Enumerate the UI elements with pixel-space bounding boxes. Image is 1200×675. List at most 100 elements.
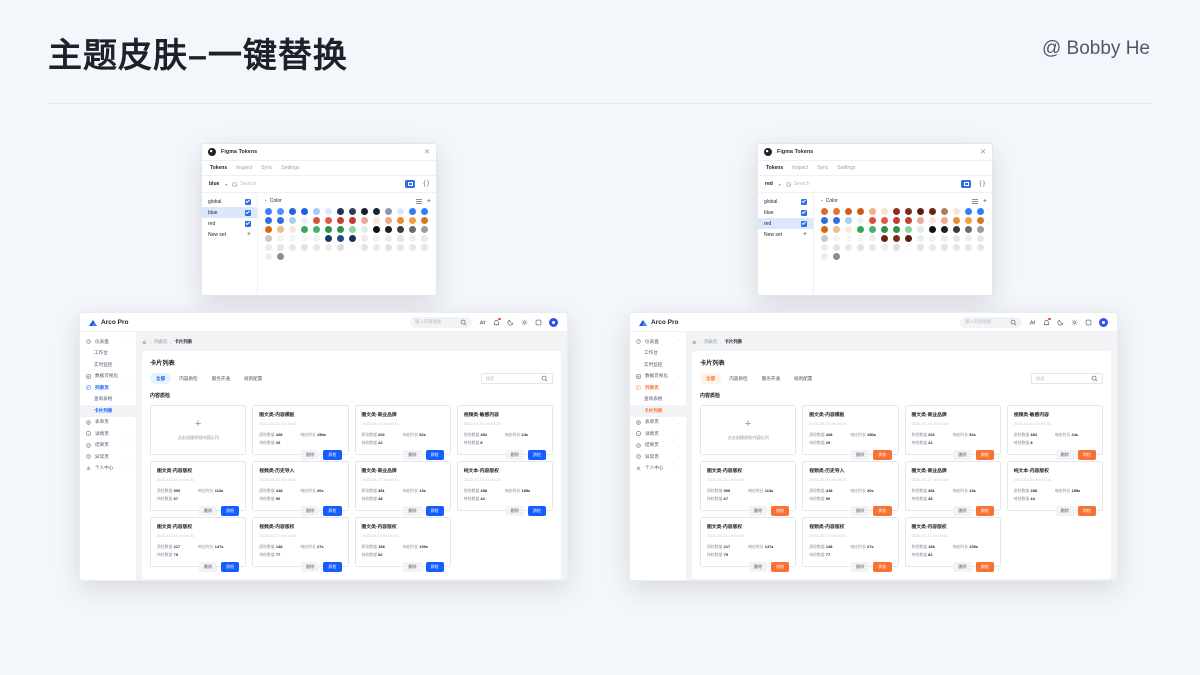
color-swatch[interactable]: [856, 216, 865, 225]
card-item[interactable]: 图文类-商业品牌 2022-03-27 16:04:31 质检数量 381 响应时长 …: [354, 461, 451, 516]
color-swatch[interactable]: [964, 234, 973, 243]
token-set-checkbox[interactable]: [801, 220, 807, 227]
menu-fold-icon[interactable]: [692, 340, 697, 345]
color-swatch[interactable]: [916, 243, 925, 252]
sidebar-item-查询表格[interactable]: 查询表格: [80, 394, 136, 406]
color-swatch[interactable]: [844, 208, 853, 216]
delete-button[interactable]: 删除: [505, 449, 524, 460]
active-set-name[interactable]: blue: [209, 181, 219, 187]
sidebar-item-卡片列表[interactable]: 卡片列表: [630, 405, 686, 417]
card-item[interactable]: 视频类-内容版权 2022-03-07 16:04:31 质检数量 148 响应时长 …: [802, 517, 899, 572]
color-swatch[interactable]: [324, 225, 333, 234]
bell-icon[interactable]: [493, 318, 501, 326]
color-swatch[interactable]: [868, 234, 877, 243]
color-swatch[interactable]: [360, 243, 369, 252]
chevron-icon[interactable]: ⌄: [677, 431, 680, 436]
color-swatch[interactable]: [265, 225, 273, 234]
color-swatch[interactable]: [844, 243, 853, 252]
delete-button[interactable]: 删除: [301, 505, 320, 516]
figma-tab-settings[interactable]: Settings: [837, 165, 855, 171]
color-swatch[interactable]: [880, 234, 889, 243]
color-swatch[interactable]: [276, 216, 285, 225]
color-swatch[interactable]: [276, 225, 285, 234]
sidebar-item-详情页[interactable]: 详情页 ⌄: [80, 428, 136, 440]
color-swatch[interactable]: [952, 225, 961, 234]
new-set-row[interactable]: New set +: [202, 229, 257, 240]
color-swatch[interactable]: [821, 208, 829, 216]
figma-tab-tokens[interactable]: Tokens: [210, 165, 227, 171]
chevron-icon[interactable]: ⌄: [677, 420, 680, 425]
sidebar-item-结果页[interactable]: 结果页 ⌄: [80, 440, 136, 452]
code-braces-icon[interactable]: { }: [979, 181, 985, 187]
color-swatch[interactable]: [880, 225, 889, 234]
color-swatch[interactable]: [892, 216, 901, 225]
view-button[interactable]: 质检: [1077, 505, 1096, 516]
color-swatch[interactable]: [916, 216, 925, 225]
sidebar-item-实时监控[interactable]: 实时监控: [630, 359, 686, 371]
color-swatch[interactable]: [928, 216, 937, 225]
figma-tab-inspect[interactable]: Inspect: [792, 165, 808, 171]
color-swatch[interactable]: [928, 225, 937, 234]
card-item[interactable]: 纯文本-内容版权 2022-03-24 16:04:31 质检数量 288 响应时长 …: [1006, 461, 1103, 516]
token-set-global[interactable]: global: [202, 196, 257, 207]
chevron-icon[interactable]: ⌄: [677, 454, 680, 459]
color-swatch[interactable]: [868, 243, 877, 252]
color-swatch[interactable]: [336, 225, 345, 234]
figma-tokens-window-blue[interactable]: Figma Tokens ✕ Tokens Inspect Sync Settings bl…: [201, 143, 437, 296]
color-swatch[interactable]: [360, 216, 369, 225]
chevron-icon[interactable]: ⌄: [127, 466, 130, 471]
card-item[interactable]: 纯文本-内容版权 2022-03-24 16:04:31 质检数量 288 响应时长 …: [456, 461, 553, 516]
view-button[interactable]: 质检: [1077, 449, 1096, 460]
plus-icon[interactable]: +: [247, 231, 251, 238]
breadcrumb-item[interactable]: 列表页: [704, 339, 717, 345]
color-swatch[interactable]: [916, 208, 925, 216]
color-swatch[interactable]: [976, 208, 984, 216]
color-swatch[interactable]: [964, 208, 973, 216]
color-swatch[interactable]: [265, 234, 273, 243]
token-set-checkbox[interactable]: [245, 220, 251, 227]
chevron-icon[interactable]: ⌄: [127, 420, 130, 425]
card-item[interactable]: 图文类-内容版权 2022-03-11 16:04:31 质检数量 168 响应时长 …: [354, 517, 451, 572]
color-swatch[interactable]: [348, 208, 357, 216]
color-swatch[interactable]: [940, 216, 949, 225]
color-swatch[interactable]: [832, 234, 841, 243]
color-swatch[interactable]: [384, 216, 393, 225]
card-item[interactable]: 图文类-商业品牌 2022-03-14 16:04:31 质检数量 202 响应时长 …: [354, 405, 451, 460]
tab-内容质检[interactable]: 内容质检: [173, 373, 203, 384]
delete-button[interactable]: 删除: [851, 449, 870, 460]
delete-button[interactable]: 删除: [748, 561, 768, 572]
color-swatch[interactable]: [928, 234, 937, 243]
sidebar-item-异常页[interactable]: 异常页 ⌄: [630, 451, 686, 463]
figma-tab-sync[interactable]: Sync: [261, 165, 272, 171]
sidebar-item-仪表盘[interactable]: 仪表盘 ⌃: [80, 336, 136, 348]
color-swatch[interactable]: [821, 225, 829, 234]
color-swatch[interactable]: [276, 208, 285, 216]
sidebar-item-工作台[interactable]: 工作台: [80, 348, 136, 360]
sidebar-item-列表页[interactable]: 列表页 ⌃: [80, 382, 136, 394]
color-swatch[interactable]: [420, 234, 428, 243]
global-search-input[interactable]: 输入内容搜索: [410, 316, 472, 328]
color-swatch[interactable]: [420, 243, 428, 252]
color-swatch[interactable]: [868, 208, 877, 216]
token-set-checkbox[interactable]: [801, 198, 807, 205]
delete-button[interactable]: 删除: [198, 561, 218, 572]
chevron-icon[interactable]: ⌄: [127, 431, 130, 436]
color-swatch[interactable]: [844, 234, 853, 243]
active-set-name[interactable]: red: [765, 181, 773, 187]
settings-icon[interactable]: [521, 319, 528, 326]
color-swatch[interactable]: [952, 243, 961, 252]
card-item[interactable]: 图文类-内容版权 2022-03-24 16:04:31 质检数量 217 响应时长 …: [150, 517, 247, 572]
theme-toggle-button[interactable]: [961, 180, 972, 188]
color-swatch[interactable]: [916, 234, 925, 243]
color-swatch[interactable]: [312, 225, 321, 234]
chevron-icon[interactable]: ⌃: [127, 385, 130, 390]
language-icon[interactable]: [1029, 319, 1036, 326]
chevron-icon[interactable]: ⌄: [127, 374, 130, 379]
view-button[interactable]: 质检: [771, 561, 790, 572]
color-swatch[interactable]: [384, 234, 393, 243]
color-swatch[interactable]: [856, 234, 865, 243]
color-swatch[interactable]: [856, 243, 865, 252]
color-swatch[interactable]: [396, 243, 405, 252]
color-swatch[interactable]: [312, 208, 321, 216]
color-swatch[interactable]: [408, 216, 417, 225]
